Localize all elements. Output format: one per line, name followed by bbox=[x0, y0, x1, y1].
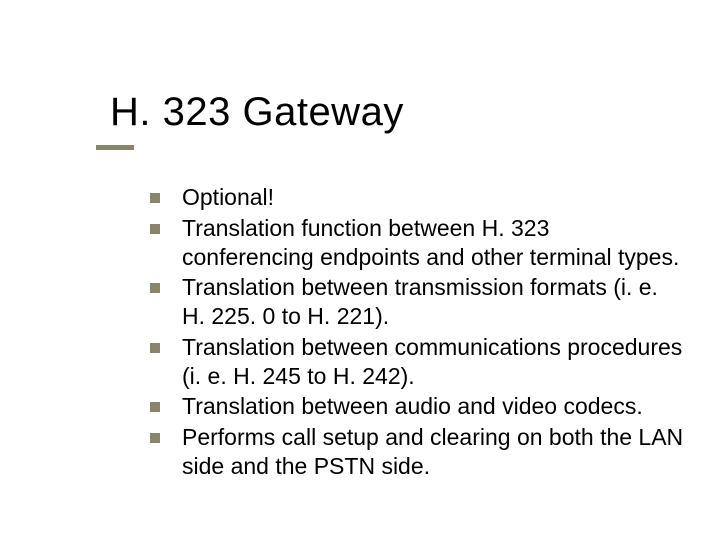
square-bullet-icon bbox=[150, 224, 160, 234]
list-item: Translation between communications proce… bbox=[150, 333, 685, 391]
bullet-list: Optional! Translation function between H… bbox=[150, 183, 685, 483]
list-item: Translation between transmission formats… bbox=[150, 273, 685, 331]
square-bullet-icon bbox=[150, 283, 160, 293]
square-bullet-icon bbox=[150, 402, 160, 412]
list-item-text: Optional! bbox=[182, 183, 685, 212]
list-item-text: Performs call setup and clearing on both… bbox=[182, 423, 685, 481]
slide: H. 323 Gateway Optional! Translation fun… bbox=[0, 0, 720, 540]
list-item: Optional! bbox=[150, 183, 685, 212]
list-item: Performs call setup and clearing on both… bbox=[150, 423, 685, 481]
square-bullet-icon bbox=[150, 193, 160, 203]
slide-title: H. 323 Gateway bbox=[110, 90, 404, 135]
list-item-text: Translation between communications proce… bbox=[182, 333, 685, 391]
list-item: Translation between audio and video code… bbox=[150, 392, 685, 421]
square-bullet-icon bbox=[150, 433, 160, 443]
list-item-text: Translation function between H. 323 conf… bbox=[182, 214, 685, 272]
title-accent-bar bbox=[96, 145, 134, 150]
list-item-text: Translation between transmission formats… bbox=[182, 273, 685, 331]
list-item: Translation function between H. 323 conf… bbox=[150, 214, 685, 272]
list-item-text: Translation between audio and video code… bbox=[182, 392, 685, 421]
square-bullet-icon bbox=[150, 343, 160, 353]
